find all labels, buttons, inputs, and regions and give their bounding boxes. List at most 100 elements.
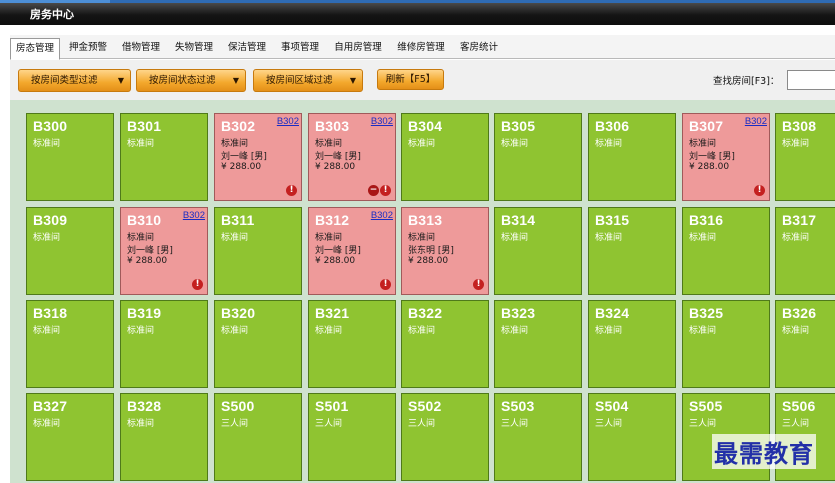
- tab-deposit-warning[interactable]: 押金预警: [63, 38, 113, 59]
- room-price: ¥ 288.00: [127, 256, 168, 266]
- room-number: B309: [33, 212, 68, 228]
- room-card[interactable]: S500 三人间: [214, 393, 302, 481]
- room-number: S504: [595, 398, 629, 414]
- room-card[interactable]: B319 标准间: [120, 300, 208, 388]
- room-card[interactable]: B327 标准间: [26, 393, 114, 481]
- room-number: B308: [782, 118, 817, 134]
- tab-lost-found[interactable]: 失物管理: [169, 38, 219, 59]
- room-type: 三人间: [221, 419, 249, 429]
- room-card[interactable]: B309 标准间: [26, 207, 114, 295]
- room-number: B307: [689, 118, 724, 134]
- filter-by-area-label: 按房间区域过滤: [266, 75, 333, 86]
- room-card[interactable]: B321 标准间: [308, 300, 396, 388]
- window-title: 房务中心: [30, 8, 74, 21]
- room-card[interactable]: B313 标准间 张东明 [男] ¥ 288.00!: [401, 207, 489, 295]
- room-card[interactable]: B306 标准间: [588, 113, 676, 201]
- room-card[interactable]: B320 标准间: [214, 300, 302, 388]
- room-type: 标准间: [33, 233, 61, 243]
- room-card[interactable]: S504 三人间: [588, 393, 676, 481]
- filter-by-area-button[interactable]: 按房间区域过滤 ▼: [253, 69, 363, 92]
- alert-icon[interactable]: !: [380, 279, 391, 290]
- tab-room-status[interactable]: 房态管理: [10, 38, 60, 60]
- guest-name: 刘一峰 [男]: [315, 246, 361, 256]
- tab-matters[interactable]: 事项管理: [275, 38, 325, 59]
- refresh-button[interactable]: 刷新【F5】: [377, 69, 444, 90]
- tab-self-use-rooms[interactable]: 自用房管理: [328, 38, 388, 59]
- room-card[interactable]: B308 标准间: [775, 113, 835, 201]
- room-type: 标准间: [127, 233, 155, 243]
- status-icons: −!: [367, 184, 391, 196]
- room-type: 标准间: [501, 233, 529, 243]
- room-card[interactable]: B325 标准间: [682, 300, 770, 388]
- status-icons: !: [191, 278, 203, 290]
- room-card[interactable]: B314 标准间: [494, 207, 582, 295]
- room-grid: B300 标准间 B301 标准间 B302 标准间 B302 刘一峰 [男] ¥ 288.00…: [10, 100, 835, 483]
- room-price: ¥ 288.00: [408, 256, 449, 266]
- alert-icon[interactable]: !: [473, 279, 484, 290]
- room-card[interactable]: B302 标准间 B302 刘一峰 [男] ¥ 288.00!: [214, 113, 302, 201]
- room-card[interactable]: B328 标准间: [120, 393, 208, 481]
- room-card[interactable]: S501 三人间: [308, 393, 396, 481]
- linked-room-link[interactable]: B302: [745, 116, 767, 127]
- room-type: 标准间: [689, 139, 717, 149]
- chevron-down-icon: ▼: [349, 76, 356, 85]
- room-type: 标准间: [408, 139, 436, 149]
- tab-room-statistics[interactable]: 客房统计: [454, 38, 504, 59]
- room-number: B317: [782, 212, 817, 228]
- room-card[interactable]: B316 标准间: [682, 207, 770, 295]
- room-card[interactable]: B315 标准间: [588, 207, 676, 295]
- alert-icon[interactable]: !: [754, 185, 765, 196]
- room-type: 标准间: [595, 139, 623, 149]
- room-number: S501: [315, 398, 349, 414]
- room-card[interactable]: B307 标准间 B302 刘一峰 [男] ¥ 288.00!: [682, 113, 770, 201]
- room-card[interactable]: B317 标准间: [775, 207, 835, 295]
- filter-by-status-label: 按房间状态过滤: [149, 75, 216, 86]
- linked-room-link[interactable]: B302: [371, 116, 393, 127]
- alert-icon[interactable]: !: [380, 185, 391, 196]
- room-card[interactable]: B312 标准间 B302 刘一峰 [男] ¥ 288.00!: [308, 207, 396, 295]
- room-type: 三人间: [501, 419, 529, 429]
- linked-room-link[interactable]: B302: [371, 210, 393, 221]
- filter-by-type-button[interactable]: 按房间类型过滤 ▼: [18, 69, 131, 92]
- room-type: 标准间: [221, 139, 249, 149]
- room-type: 标准间: [501, 139, 529, 149]
- search-room-input[interactable]: [787, 70, 835, 90]
- room-number: B301: [127, 118, 162, 134]
- linked-room-link[interactable]: B302: [183, 210, 205, 221]
- room-number: B315: [595, 212, 630, 228]
- room-card[interactable]: B322 标准间: [401, 300, 489, 388]
- room-card[interactable]: B318 标准间: [26, 300, 114, 388]
- filter-by-status-button[interactable]: 按房间状态过滤 ▼: [136, 69, 246, 92]
- room-number: S506: [782, 398, 816, 414]
- room-card[interactable]: B326 标准间: [775, 300, 835, 388]
- room-price: ¥ 288.00: [689, 162, 730, 172]
- alert-icon[interactable]: !: [286, 185, 297, 196]
- linked-room-link[interactable]: B302: [277, 116, 299, 127]
- room-type: 三人间: [408, 419, 436, 429]
- room-card[interactable]: S502 三人间: [401, 393, 489, 481]
- room-type: 标准间: [127, 419, 155, 429]
- room-type: 标准间: [221, 233, 249, 243]
- room-card[interactable]: B301 标准间: [120, 113, 208, 201]
- room-type: 标准间: [408, 326, 436, 336]
- room-type: 标准间: [127, 139, 155, 149]
- room-card[interactable]: S503 三人间: [494, 393, 582, 481]
- room-card[interactable]: B300 标准间: [26, 113, 114, 201]
- room-card[interactable]: B324 标准间: [588, 300, 676, 388]
- room-number: B300: [33, 118, 68, 134]
- guest-name: 刘一峰 [男]: [127, 246, 173, 256]
- room-card[interactable]: B304 标准间: [401, 113, 489, 201]
- tab-cleaning[interactable]: 保洁管理: [222, 38, 272, 59]
- tab-maintenance-rooms[interactable]: 维修房管理: [391, 38, 451, 59]
- room-card[interactable]: B311 标准间: [214, 207, 302, 295]
- room-card[interactable]: B305 标准间: [494, 113, 582, 201]
- room-card[interactable]: B323 标准间: [494, 300, 582, 388]
- tab-borrowed-items[interactable]: 借物管理: [116, 38, 166, 59]
- guest-name: 刘一峰 [男]: [315, 152, 361, 162]
- room-type: 标准间: [501, 326, 529, 336]
- status-icons: !: [285, 184, 297, 196]
- minus-icon[interactable]: −: [368, 185, 379, 196]
- alert-icon[interactable]: !: [192, 279, 203, 290]
- room-card[interactable]: B303 标准间 B302 刘一峰 [男] ¥ 288.00 −!: [308, 113, 396, 201]
- room-card[interactable]: B310 标准间 B302 刘一峰 [男] ¥ 288.00!: [120, 207, 208, 295]
